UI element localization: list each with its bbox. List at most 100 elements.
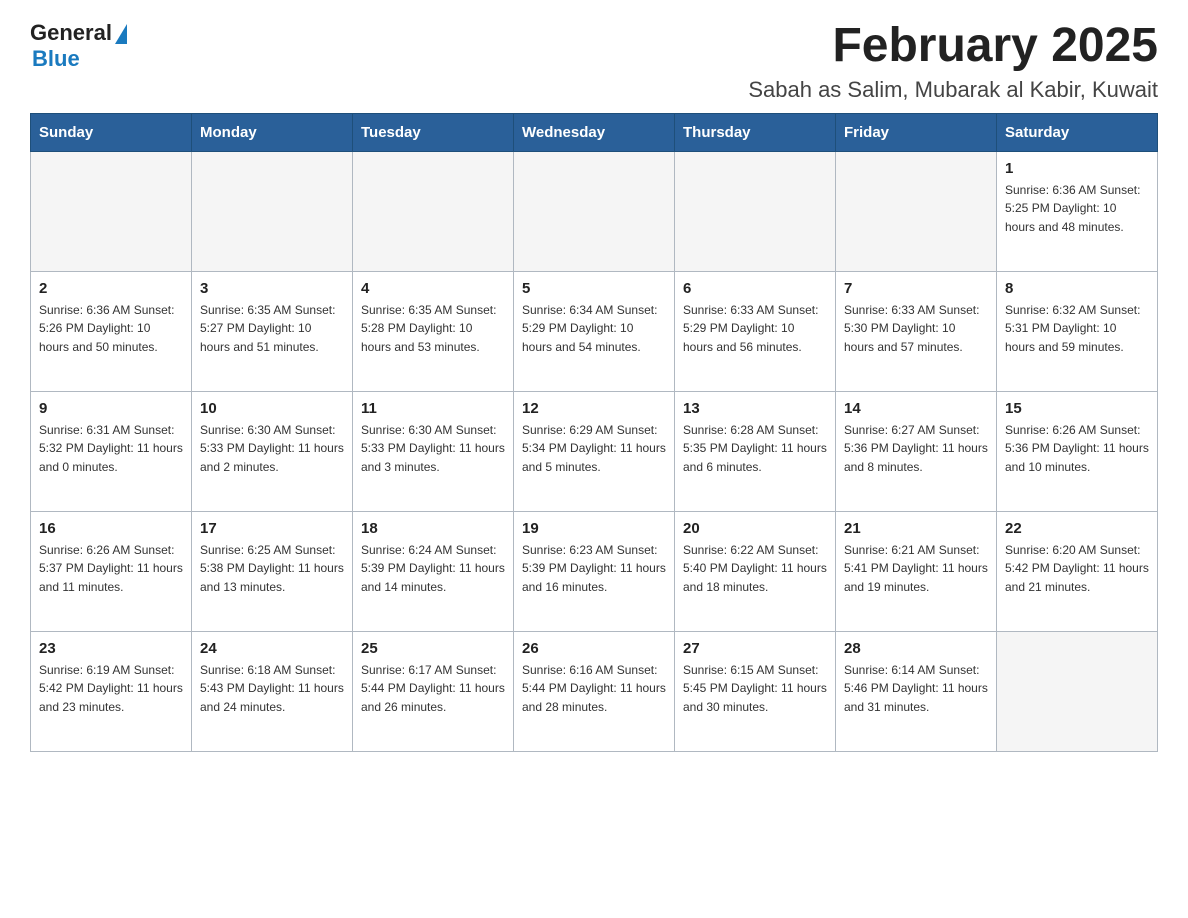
calendar-header-row: Sunday Monday Tuesday Wednesday Thursday… xyxy=(31,113,1158,151)
day-number: 18 xyxy=(361,520,505,537)
page-subtitle: Sabah as Salim, Mubarak al Kabir, Kuwait xyxy=(748,77,1158,103)
day-number: 13 xyxy=(683,400,827,417)
col-monday: Monday xyxy=(192,113,353,151)
day-info: Sunrise: 6:14 AM Sunset: 5:46 PM Dayligh… xyxy=(844,661,988,717)
day-info: Sunrise: 6:16 AM Sunset: 5:44 PM Dayligh… xyxy=(522,661,666,717)
table-row: 13 Sunrise: 6:28 AM Sunset: 5:35 PM Dayli… xyxy=(675,391,836,511)
table-row: 28 Sunrise: 6:14 AM Sunset: 5:46 PM Dayli… xyxy=(836,631,997,751)
day-info: Sunrise: 6:26 AM Sunset: 5:36 PM Dayligh… xyxy=(1005,421,1149,477)
day-info: Sunrise: 6:22 AM Sunset: 5:40 PM Dayligh… xyxy=(683,541,827,597)
table-row: 26 Sunrise: 6:16 AM Sunset: 5:44 PM Dayli… xyxy=(514,631,675,751)
table-row xyxy=(192,151,353,271)
calendar-week-row: 1 Sunrise: 6:36 AM Sunset: 5:25 PM Daylig… xyxy=(31,151,1158,271)
day-number: 11 xyxy=(361,400,505,417)
day-info: Sunrise: 6:36 AM Sunset: 5:26 PM Dayligh… xyxy=(39,301,183,357)
day-number: 16 xyxy=(39,520,183,537)
table-row: 10 Sunrise: 6:30 AM Sunset: 5:33 PM Dayli… xyxy=(192,391,353,511)
col-tuesday: Tuesday xyxy=(353,113,514,151)
day-info: Sunrise: 6:29 AM Sunset: 5:34 PM Dayligh… xyxy=(522,421,666,477)
table-row: 6Sunrise: 6:33 AM Sunset: 5:29 PM Daylig… xyxy=(675,271,836,391)
table-row: 11 Sunrise: 6:30 AM Sunset: 5:33 PM Dayli… xyxy=(353,391,514,511)
day-info: Sunrise: 6:30 AM Sunset: 5:33 PM Dayligh… xyxy=(361,421,505,477)
table-row xyxy=(353,151,514,271)
day-info: Sunrise: 6:26 AM Sunset: 5:37 PM Dayligh… xyxy=(39,541,183,597)
table-row xyxy=(997,631,1158,751)
table-row: 8Sunrise: 6:32 AM Sunset: 5:31 PM Daylig… xyxy=(997,271,1158,391)
day-number: 17 xyxy=(200,520,344,537)
day-info: Sunrise: 6:34 AM Sunset: 5:29 PM Dayligh… xyxy=(522,301,666,357)
table-row xyxy=(675,151,836,271)
col-saturday: Saturday xyxy=(997,113,1158,151)
day-number: 21 xyxy=(844,520,988,537)
day-number: 3 xyxy=(200,280,344,297)
day-number: 27 xyxy=(683,640,827,657)
calendar-week-row: 2 Sunrise: 6:36 AM Sunset: 5:26 PM Daylig… xyxy=(31,271,1158,391)
table-row: 14 Sunrise: 6:27 AM Sunset: 5:36 PM Dayli… xyxy=(836,391,997,511)
day-number: 20 xyxy=(683,520,827,537)
table-row: 17 Sunrise: 6:25 AM Sunset: 5:38 PM Dayli… xyxy=(192,511,353,631)
table-row: 1 Sunrise: 6:36 AM Sunset: 5:25 PM Daylig… xyxy=(997,151,1158,271)
day-number: 14 xyxy=(844,400,988,417)
day-info: Sunrise: 6:23 AM Sunset: 5:39 PM Dayligh… xyxy=(522,541,666,597)
logo-text-general: General xyxy=(30,20,112,46)
day-info: Sunrise: 6:25 AM Sunset: 5:38 PM Dayligh… xyxy=(200,541,344,597)
day-info: Sunrise: 6:31 AM Sunset: 5:32 PM Dayligh… xyxy=(39,421,183,477)
day-info: Sunrise: 6:27 AM Sunset: 5:36 PM Dayligh… xyxy=(844,421,988,477)
table-row xyxy=(514,151,675,271)
title-block: February 2025 Sabah as Salim, Mubarak al… xyxy=(748,20,1158,103)
day-info: Sunrise: 6:33 AM Sunset: 5:30 PM Dayligh… xyxy=(844,301,988,357)
day-info: Sunrise: 6:33 AM Sunset: 5:29 PM Dayligh… xyxy=(683,301,827,357)
calendar-week-row: 23 Sunrise: 6:19 AM Sunset: 5:42 PM Dayli… xyxy=(31,631,1158,751)
day-info: Sunrise: 6:32 AM Sunset: 5:31 PM Dayligh… xyxy=(1005,301,1149,357)
table-row: 15 Sunrise: 6:26 AM Sunset: 5:36 PM Dayli… xyxy=(997,391,1158,511)
table-row xyxy=(836,151,997,271)
day-number: 24 xyxy=(200,640,344,657)
day-number: 7 xyxy=(844,280,988,297)
page-title: February 2025 xyxy=(748,20,1158,73)
day-info: Sunrise: 6:19 AM Sunset: 5:42 PM Dayligh… xyxy=(39,661,183,717)
day-number: 19 xyxy=(522,520,666,537)
day-number: 25 xyxy=(361,640,505,657)
day-number: 28 xyxy=(844,640,988,657)
table-row: 19 Sunrise: 6:23 AM Sunset: 5:39 PM Dayli… xyxy=(514,511,675,631)
day-info: Sunrise: 6:30 AM Sunset: 5:33 PM Dayligh… xyxy=(200,421,344,477)
day-number: 1 xyxy=(1005,160,1149,177)
table-row: 24 Sunrise: 6:18 AM Sunset: 5:43 PM Dayli… xyxy=(192,631,353,751)
day-number: 4 xyxy=(361,280,505,297)
col-wednesday: Wednesday xyxy=(514,113,675,151)
day-number: 10 xyxy=(200,400,344,417)
table-row: 18 Sunrise: 6:24 AM Sunset: 5:39 PM Dayli… xyxy=(353,511,514,631)
table-row: 25 Sunrise: 6:17 AM Sunset: 5:44 PM Dayli… xyxy=(353,631,514,751)
day-number: 2 xyxy=(39,280,183,297)
table-row xyxy=(31,151,192,271)
day-info: Sunrise: 6:28 AM Sunset: 5:35 PM Dayligh… xyxy=(683,421,827,477)
day-info: Sunrise: 6:17 AM Sunset: 5:44 PM Dayligh… xyxy=(361,661,505,717)
table-row: 12 Sunrise: 6:29 AM Sunset: 5:34 PM Dayli… xyxy=(514,391,675,511)
day-number: 26 xyxy=(522,640,666,657)
col-sunday: Sunday xyxy=(31,113,192,151)
col-friday: Friday xyxy=(836,113,997,151)
logo: General Blue xyxy=(30,20,127,72)
calendar-table: Sunday Monday Tuesday Wednesday Thursday… xyxy=(30,113,1158,752)
day-info: Sunrise: 6:18 AM Sunset: 5:43 PM Dayligh… xyxy=(200,661,344,717)
calendar-week-row: 9 Sunrise: 6:31 AM Sunset: 5:32 PM Daylig… xyxy=(31,391,1158,511)
day-number: 12 xyxy=(522,400,666,417)
day-number: 15 xyxy=(1005,400,1149,417)
table-row: 7 Sunrise: 6:33 AM Sunset: 5:30 PM Daylig… xyxy=(836,271,997,391)
page-header: General Blue February 2025 Sabah as Sali… xyxy=(30,20,1158,103)
day-info: Sunrise: 6:24 AM Sunset: 5:39 PM Dayligh… xyxy=(361,541,505,597)
table-row: 23 Sunrise: 6:19 AM Sunset: 5:42 PM Dayli… xyxy=(31,631,192,751)
day-number: 22 xyxy=(1005,520,1149,537)
day-number: 9 xyxy=(39,400,183,417)
table-row: 3 Sunrise: 6:35 AM Sunset: 5:27 PM Daylig… xyxy=(192,271,353,391)
table-row: 22Sunrise: 6:20 AM Sunset: 5:42 PM Dayli… xyxy=(997,511,1158,631)
day-number: 23 xyxy=(39,640,183,657)
col-thursday: Thursday xyxy=(675,113,836,151)
day-number: 5 xyxy=(522,280,666,297)
table-row: 27Sunrise: 6:15 AM Sunset: 5:45 PM Dayli… xyxy=(675,631,836,751)
day-info: Sunrise: 6:35 AM Sunset: 5:27 PM Dayligh… xyxy=(200,301,344,357)
table-row: 2 Sunrise: 6:36 AM Sunset: 5:26 PM Daylig… xyxy=(31,271,192,391)
table-row: 21Sunrise: 6:21 AM Sunset: 5:41 PM Dayli… xyxy=(836,511,997,631)
day-info: Sunrise: 6:36 AM Sunset: 5:25 PM Dayligh… xyxy=(1005,181,1149,237)
table-row: 4Sunrise: 6:35 AM Sunset: 5:28 PM Daylig… xyxy=(353,271,514,391)
